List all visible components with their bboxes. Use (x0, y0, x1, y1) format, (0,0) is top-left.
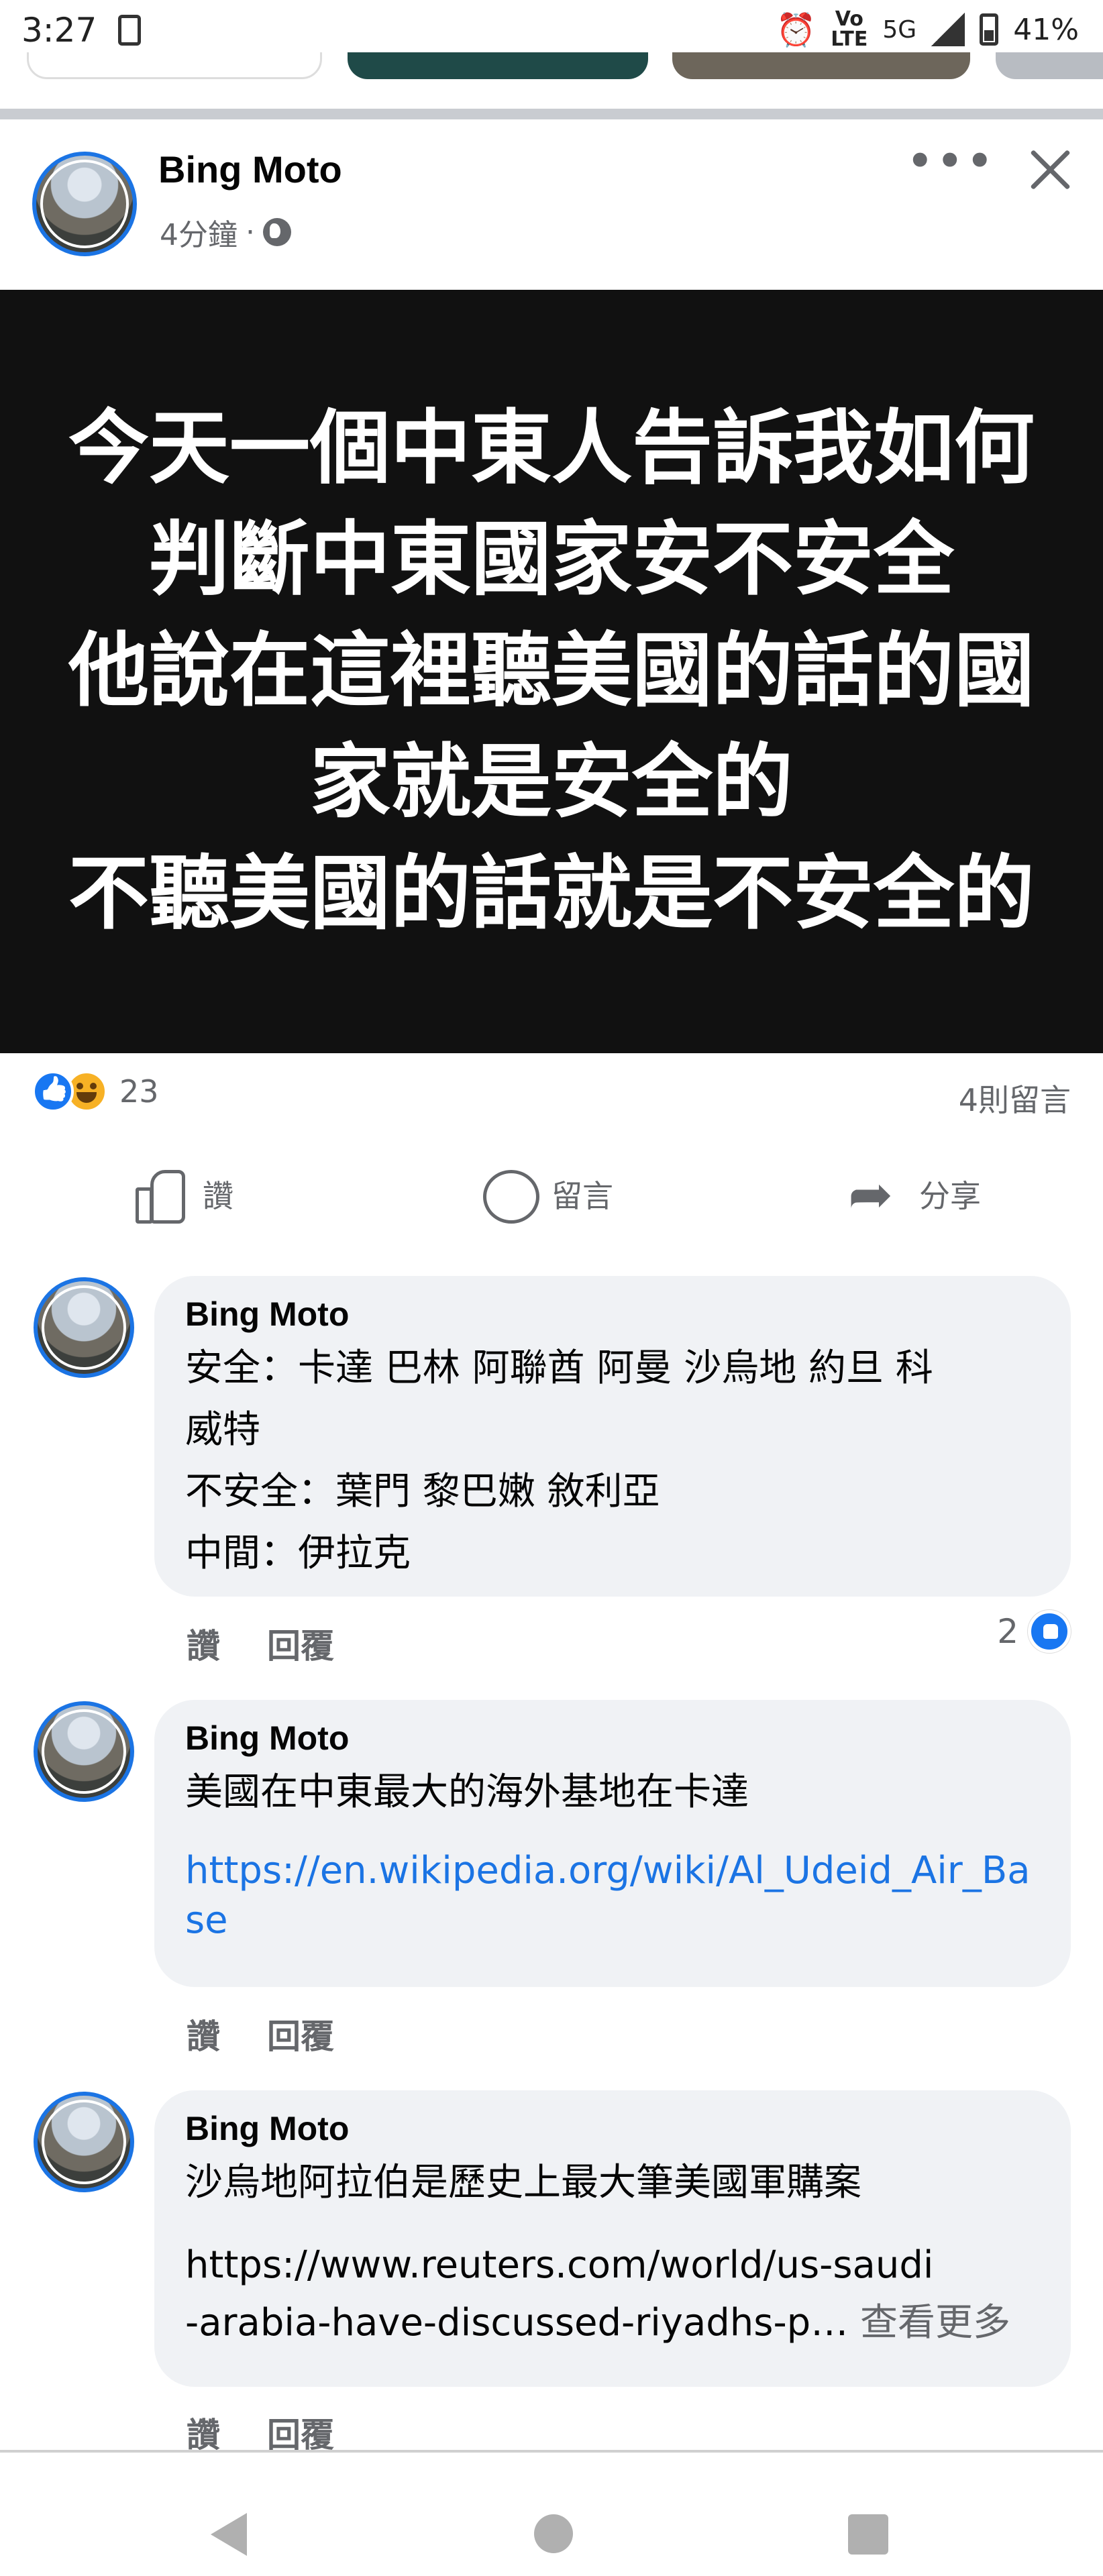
comment-count[interactable]: 4則留言 (959, 1076, 1071, 1120)
comment-icon (480, 1167, 539, 1224)
network-label: 5G (882, 15, 917, 44)
comment-bubble: Bing Moto 沙烏地阿拉伯是歷史上最大筆美國軍購案 https://www… (154, 2090, 1071, 2387)
comment-link-line: -arabia-have-discussed-riyadhs-p… (185, 2301, 849, 2345)
more-options-icon[interactable]: ••• (906, 137, 994, 188)
like-icon (132, 1167, 185, 1224)
comment-actions: 讚 回覆 (187, 1619, 334, 1668)
avatar[interactable] (34, 1277, 134, 1378)
story-card[interactable] (996, 52, 1103, 79)
app-notification-icon (118, 15, 141, 46)
comment-like-button[interactable]: 讚 (187, 2010, 220, 2058)
home-icon[interactable] (534, 2514, 573, 2553)
comment-text: 沙烏地阿拉伯是歷史上最大筆美國軍購案 (185, 2161, 861, 2204)
comment-reply-button[interactable]: 回覆 (267, 2010, 334, 2058)
globe-icon (263, 218, 291, 246)
comment-link-line: https://www.reuters.com/world/us-saudi (185, 2243, 934, 2287)
story-card[interactable] (672, 52, 970, 79)
comment-button[interactable]: 留言 (480, 1167, 613, 1224)
comment-bubble: Bing Moto 安全：卡達 巴林 阿聯酋 阿曼 沙烏地 約旦 科 威特 不安… (154, 1276, 1071, 1597)
like-label: 讚 (203, 1178, 233, 1214)
post-time[interactable]: 4分鐘 (160, 211, 238, 254)
status-icons: ⏰ Vo LTE 5G 41% (776, 9, 1079, 50)
comment-link[interactable]: https://en.wikipedia.org/wiki/Al_Udeid_A… (185, 1846, 1040, 1945)
story-card[interactable] (348, 52, 648, 79)
comment-reply-button[interactable]: 回覆 (267, 1619, 334, 1668)
comment-text: 美國在中東最大的海外基地在卡達 (185, 1770, 749, 1814)
see-more-link[interactable]: 查看更多 (860, 2301, 1010, 2345)
comment-label: 留言 (552, 1178, 613, 1214)
signal-icon (931, 13, 965, 46)
reaction-count: 23 (119, 1073, 159, 1110)
comment-link[interactable]: https://www.reuters.com/world/us-saudi -… (185, 2237, 1040, 2352)
back-icon[interactable] (211, 2513, 247, 2556)
volte-icon: Vo LTE (831, 7, 868, 51)
like-reaction-icon (1028, 1610, 1071, 1653)
comment-reactions[interactable]: 2 (997, 1610, 1071, 1653)
avatar[interactable] (34, 1701, 134, 1802)
close-icon[interactable] (1024, 142, 1078, 196)
reaction-summary[interactable]: 23 (32, 1071, 159, 1112)
share-label: 分享 (919, 1178, 981, 1214)
share-icon (848, 1163, 902, 1226)
status-time: 3:27 (21, 11, 97, 50)
comment-author[interactable]: Bing Moto (185, 1291, 1040, 1338)
system-nav-bar (0, 2453, 1103, 2576)
post-image[interactable]: 今天一個中東人告訴我如何 判斷中東國家安不安全 他說在這裡聽美國的話的國 家就是… (0, 290, 1103, 1053)
recent-apps-icon[interactable] (848, 2514, 888, 2555)
comment-author[interactable]: Bing Moto (185, 1715, 1040, 1762)
section-divider (0, 109, 1103, 119)
comment-actions: 讚 回覆 (187, 2010, 334, 2058)
like-button[interactable]: 讚 (132, 1167, 233, 1224)
avatar[interactable] (34, 2092, 134, 2192)
post-image-text: 今天一個中東人告訴我如何 判斷中東國家安不安全 他說在這裡聽美國的話的國 家就是… (68, 402, 1035, 941)
alarm-icon: ⏰ (776, 11, 817, 49)
comment-like-button[interactable]: 讚 (187, 1619, 220, 1668)
post-author[interactable]: Bing Moto (158, 148, 342, 191)
meta-separator: · (246, 215, 255, 250)
comment-author[interactable]: Bing Moto (185, 2105, 1040, 2152)
like-reaction-icon (32, 1071, 74, 1112)
post-meta: 4分鐘 · (160, 211, 291, 254)
story-strip[interactable] (0, 52, 1103, 79)
story-card[interactable] (27, 52, 322, 79)
comment-bubble: Bing Moto 美國在中東最大的海外基地在卡達 https://en.wik… (154, 1700, 1071, 1987)
battery-icon (980, 13, 999, 46)
share-button[interactable]: 分享 (848, 1163, 981, 1226)
avatar[interactable] (32, 152, 137, 256)
comment-reaction-count: 2 (997, 1612, 1018, 1651)
comment-text: 安全：卡達 巴林 阿聯酋 阿曼 沙烏地 約旦 科 威特 不安全：葉門 黎巴嫩 敘… (185, 1346, 933, 1575)
battery-percent: 41% (1013, 12, 1079, 47)
